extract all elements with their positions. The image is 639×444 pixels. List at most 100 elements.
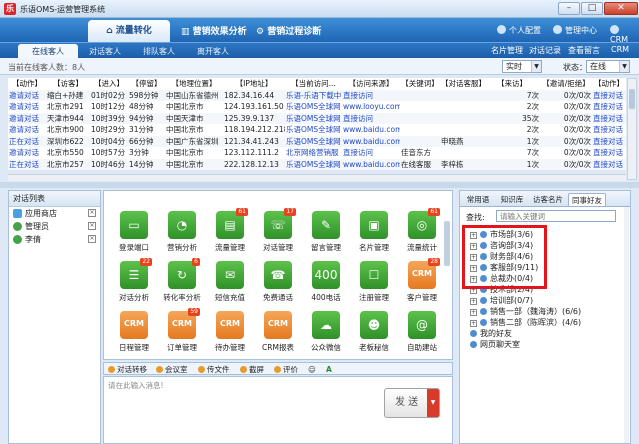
app-tile[interactable]: ▣ 名片管理 (348, 207, 400, 259)
action-link[interactable]: 直接对话 (592, 159, 626, 171)
action-link[interactable]: 直接对话 (592, 147, 626, 159)
column-header[interactable]: 【IP地址】 (223, 78, 285, 90)
close-icon[interactable]: × (88, 222, 96, 230)
tab-knowledge-base[interactable]: 知识库 (496, 193, 528, 206)
column-header[interactable]: 【当前访问... (285, 78, 342, 90)
column-header[interactable]: 【动作】 (592, 78, 626, 90)
table-row[interactable]: 邀请对话 北京市291 10时12分 48分钟 中国北京市 124.193.161.50 乐… (8, 101, 626, 113)
app-tile[interactable]: ☎ 免费通话 (252, 257, 304, 309)
font-icon[interactable]: A (326, 364, 332, 375)
tab-colleagues[interactable]: 同事好友 (568, 193, 606, 206)
action-link[interactable]: 直接对话 (592, 90, 626, 102)
table-row[interactable]: 邀请对话 北京市550 10时57分 3分钟 中国北京市 123.112.111.2 北京网… (8, 147, 626, 159)
column-header[interactable]: 【邀请/拒绝】 (540, 78, 592, 90)
chat-records-link[interactable]: 对话记录 (529, 45, 561, 56)
close-icon[interactable]: × (88, 235, 96, 243)
tab-visitor-card[interactable]: 访客名片 (530, 193, 566, 206)
nav-marketing-analysis[interactable]: ▥ 营销效果分析 (181, 24, 247, 37)
app-tile[interactable]: ☰ 22 对话分析 (108, 257, 160, 309)
column-header[interactable]: 【地理位置】 (165, 78, 223, 90)
expand-icon[interactable]: + (470, 309, 477, 316)
close-icon[interactable]: × (88, 209, 96, 217)
nav-process-diagnosis[interactable]: ⚙ 营销过程诊断 (256, 24, 321, 37)
send-button[interactable]: 发 送 ▼ (384, 388, 440, 418)
app-tile[interactable]: ✎ 留言管理 (300, 207, 352, 259)
table-row[interactable]: 正在对话 深圳市622 10时04分 66分钟 中国广东省深圳 121.34.41.243… (8, 135, 626, 148)
app-tile[interactable]: ☻ 老板秘信 (348, 307, 400, 359)
table-scrollbar[interactable] (627, 78, 637, 180)
contacts-scrollbar[interactable] (624, 207, 629, 443)
card-manage-link[interactable]: 名片管理 (491, 45, 523, 56)
meeting-room-button[interactable]: 会议室 (156, 364, 188, 375)
app-tile[interactable]: ◎ 61 流量统计 (396, 207, 448, 259)
screenshot-button[interactable]: 截屏 (240, 364, 264, 375)
app-tile[interactable]: @ 自助建站 (396, 307, 448, 359)
action-link[interactable]: 邀请对话 (8, 147, 46, 159)
column-header[interactable]: 【访问来源】 (342, 78, 400, 90)
app-tile[interactable]: ☐ 注册管理 (348, 257, 400, 309)
app-tile[interactable]: ☁ 公众微信 (300, 307, 352, 359)
admin-center-link[interactable]: 管理中心 (553, 25, 597, 36)
table-row[interactable]: 正在对话 北京市257 10时46分 14分钟 中国北京市 222.128.12.13 乐语… (8, 158, 626, 171)
column-header[interactable]: 【动作】 (8, 78, 46, 90)
personal-settings-link[interactable]: 个人配置 (497, 25, 541, 36)
action-link[interactable]: 正在对话 (8, 136, 46, 148)
chat-list-item[interactable]: 李倩 × (9, 233, 100, 246)
emoji-icon[interactable]: ☺ (308, 364, 316, 375)
status-select[interactable]: 在线 ▼ (586, 60, 630, 73)
app-tile[interactable]: CRM 59 订单管理 (156, 307, 208, 359)
send-file-button[interactable]: 传文件 (198, 364, 230, 375)
tab-online-visitors[interactable]: 在线客人 (18, 44, 78, 59)
app-tile[interactable]: CRM 日程管理 (108, 307, 160, 359)
minimize-button[interactable]: – (558, 2, 580, 15)
crm-tab-link[interactable]: CRM (611, 45, 629, 54)
tab-chat-visitors[interactable]: 对话客人 (78, 44, 132, 59)
column-header[interactable]: 【访客】 (46, 78, 90, 90)
app-tile[interactable]: ▤ 61 流量管理 (204, 207, 256, 259)
transfer-button[interactable]: 对话转移 (108, 364, 147, 375)
app-tile[interactable]: ☏ 17 对话管理 (252, 207, 304, 259)
app-tile[interactable]: CRM 待办管理 (204, 307, 256, 359)
app-tile[interactable]: ▭ 登录端口 (108, 207, 160, 259)
dept-item[interactable]: + 销售一部（魏海涛）(6/6) (470, 306, 581, 317)
dept-item[interactable]: 网页聊天室 (470, 339, 520, 350)
expand-icon[interactable]: + (470, 298, 477, 305)
column-header[interactable]: 【停留】 (128, 78, 165, 90)
tab-left-visitors[interactable]: 离开客人 (186, 44, 240, 59)
action-link[interactable]: 直接对话 (592, 113, 626, 125)
table-hscrollbar[interactable] (8, 174, 626, 181)
app-tile[interactable]: ✉ 短信充值 (204, 257, 256, 309)
rating-button[interactable]: 评价 (274, 364, 298, 375)
column-header[interactable]: 【来访】 (484, 78, 540, 90)
grid-scrollbar[interactable] (444, 221, 450, 266)
action-link[interactable]: 正在对话 (8, 159, 46, 171)
table-row[interactable]: 邀请对话 缩白+孙建 01时02分 598分钟 中国山东省德州 182.34.16.44 乐… (8, 89, 626, 102)
scroll-thumb[interactable] (629, 89, 635, 109)
action-link[interactable]: 直接对话 (592, 101, 626, 113)
table-row[interactable]: 邀请对话 天津市944 10时39分 94分钟 中国天津市 125.39.9.137 乐语O… (8, 112, 626, 125)
app-tile[interactable]: ↻ 6 转化率分析 (156, 257, 208, 309)
view-messages-link[interactable]: 查看留言 (568, 45, 600, 56)
app-tile[interactable]: CRM CRM报表 (252, 307, 304, 359)
column-header[interactable]: 【对话客服】 (440, 78, 484, 90)
tab-common-phrases[interactable]: 常用语 (462, 193, 494, 206)
action-link[interactable]: 邀请对话 (8, 124, 46, 136)
app-tile[interactable]: CRM 28 客户管理 (396, 257, 448, 309)
dept-item[interactable]: 我的好友 (470, 328, 512, 339)
dept-item[interactable]: + 培训部(0/7) (470, 295, 533, 306)
app-tile[interactable]: 400 400电话 (300, 257, 352, 309)
column-header[interactable]: 【关键词】 (400, 78, 440, 90)
time-select[interactable]: 实时 ▼ (502, 60, 542, 73)
chat-list-item[interactable]: 管理员 × (9, 220, 100, 233)
action-link[interactable]: 邀请对话 (8, 113, 46, 125)
nav-traffic-conversion[interactable]: ⌂ 流量转化 (88, 20, 170, 42)
maximize-button[interactable]: □ (581, 2, 603, 15)
app-tile[interactable]: ◔ 营销分析 (156, 207, 208, 259)
dept-item[interactable]: + 销售二部（陈晖滨）(4/6) (470, 317, 581, 328)
action-link[interactable]: 邀请对话 (8, 101, 46, 113)
action-link[interactable]: 直接对话 (592, 136, 626, 148)
table-row[interactable]: 邀请对话 北京市900 10时29分 31分钟 中国北京市 118.194.212.218… (8, 124, 626, 136)
action-link[interactable]: 直接对话 (592, 124, 626, 136)
action-link[interactable]: 邀请对话 (8, 90, 46, 102)
search-input[interactable] (496, 210, 616, 222)
